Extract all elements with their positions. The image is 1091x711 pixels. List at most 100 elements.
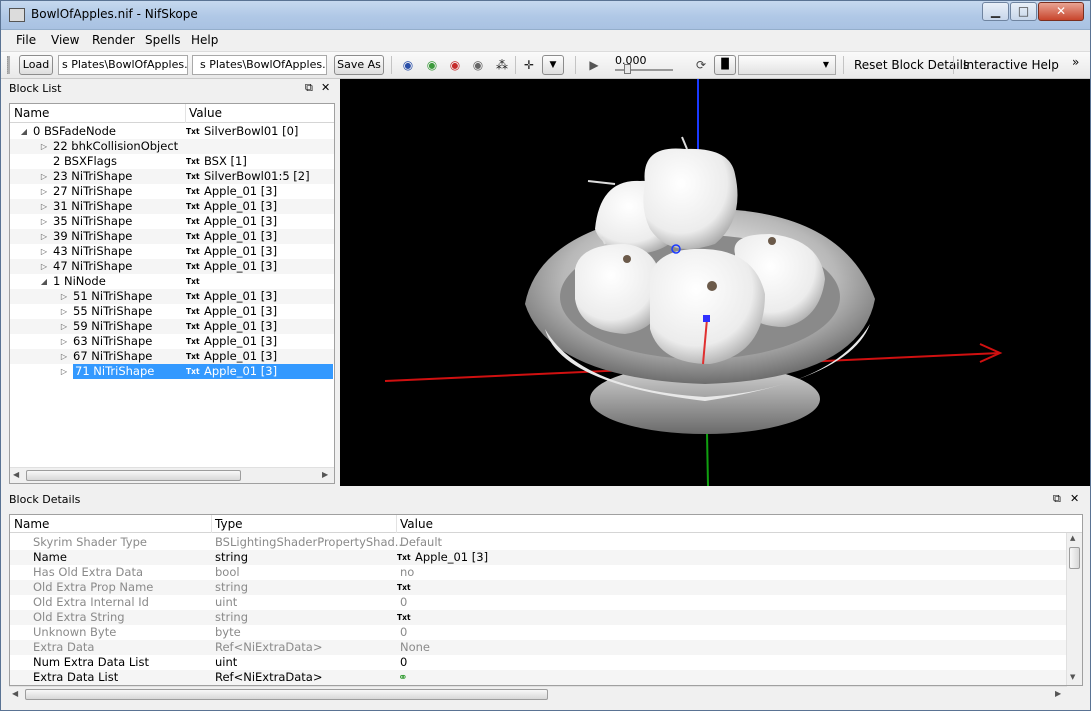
column-divider[interactable]	[185, 104, 186, 123]
collapse-arrow-icon[interactable]: ◢	[20, 124, 28, 139]
details-row-value[interactable]: no	[400, 565, 414, 580]
column-header-value[interactable]: Value	[400, 517, 433, 531]
tree-row[interactable]: ▷ 71 NiTriShape Txt Apple_01 [3]	[10, 364, 334, 379]
tree-row[interactable]: ▷ 35 NiTriShape Txt Apple_01 [3]	[10, 214, 334, 229]
column-header-name[interactable]: Name	[14, 106, 49, 120]
render-viewport[interactable]	[340, 79, 1090, 486]
details-row[interactable]: Has Old Extra Data bool no	[10, 565, 1068, 580]
title-bar[interactable]: BowlOfApples.nif - NifSkope ▁ □ ✕	[1, 1, 1090, 30]
tree-row[interactable]: ▷ 27 NiTriShape Txt Apple_01 [3]	[10, 184, 334, 199]
eye-green-icon[interactable]: ◉	[424, 58, 440, 72]
details-row[interactable]: Old Extra String string Txt	[10, 610, 1068, 625]
menu-view[interactable]: View	[51, 33, 79, 47]
details-row[interactable]: Skyrim Shader Type BSLightingShaderProper…	[10, 535, 1068, 550]
expand-arrow-icon[interactable]: ▷	[60, 334, 68, 349]
loop-icon[interactable]: ⟳	[693, 58, 709, 72]
minimize-button[interactable]: ▁	[982, 2, 1009, 21]
scroll-right-icon[interactable]: ▶	[322, 470, 328, 479]
block-details-hscrollbar[interactable]: ◀ ▶	[9, 686, 1067, 702]
expand-arrow-icon[interactable]: ▷	[40, 169, 48, 184]
details-row[interactable]: Extra Data List Ref<NiExtraData> ⚭	[10, 670, 1068, 685]
scroll-thumb[interactable]	[1069, 547, 1080, 569]
details-row-value[interactable]: None	[400, 640, 430, 655]
load-button[interactable]: Load	[19, 55, 53, 75]
tree-row[interactable]: ▷ 59 NiTriShape Txt Apple_01 [3]	[10, 319, 334, 334]
scroll-left-icon[interactable]: ◀	[13, 470, 19, 479]
animation-select[interactable]: ▼	[738, 55, 836, 75]
details-row-value[interactable]: 0	[400, 625, 407, 640]
details-row[interactable]: Old Extra Prop Name string Txt	[10, 580, 1068, 595]
tree-row[interactable]: ▷ 47 NiTriShape Txt Apple_01 [3]	[10, 259, 334, 274]
scroll-down-icon[interactable]: ▼	[1070, 673, 1075, 681]
save-as-button[interactable]: Save As	[334, 55, 384, 75]
column-header-type[interactable]: Type	[215, 517, 243, 531]
menu-help[interactable]: Help	[191, 33, 218, 47]
close-button[interactable]: ✕	[1038, 2, 1084, 21]
details-row-value[interactable]: Default	[400, 535, 442, 550]
expand-arrow-icon[interactable]: ▷	[60, 289, 68, 304]
expand-arrow-icon[interactable]: ▷	[60, 364, 68, 379]
time-slider-handle[interactable]	[624, 64, 631, 74]
expand-arrow-icon[interactable]: ▷	[40, 139, 48, 154]
expand-arrow-icon[interactable]: ▷	[40, 184, 48, 199]
tree-row[interactable]: ▷ 63 NiTriShape Txt Apple_01 [3]	[10, 334, 334, 349]
footprints-icon[interactable]: ⁂	[494, 58, 510, 72]
interactive-help-button[interactable]: Interactive Help	[963, 58, 1059, 72]
details-row[interactable]: Name string Txt Apple_01 [3]	[10, 550, 1068, 565]
expand-arrow-icon[interactable]: ▷	[40, 244, 48, 259]
close-panel-icon[interactable]: ✕	[321, 82, 330, 94]
tree-row[interactable]: ▷ 67 NiTriShape Txt Apple_01 [3]	[10, 349, 334, 364]
maximize-button[interactable]: □	[1010, 2, 1037, 21]
float-panel-icon[interactable]: ⧉	[305, 82, 313, 94]
toolbar-grip[interactable]	[7, 56, 10, 74]
expand-arrow-icon[interactable]: ▷	[40, 229, 48, 244]
tree-row[interactable]: ▷ 22 bhkCollisionObject	[10, 139, 334, 154]
reset-block-details-button[interactable]: Reset Block Details	[854, 58, 969, 72]
scroll-thumb[interactable]	[26, 470, 241, 481]
details-row-value[interactable]: 0	[400, 595, 407, 610]
menu-spells[interactable]: Spells	[145, 33, 181, 47]
green-link-icon[interactable]: ⚭	[398, 670, 408, 685]
tree-row[interactable]: ▷ 43 NiTriShape Txt Apple_01 [3]	[10, 244, 334, 259]
menu-render[interactable]: Render	[92, 33, 135, 47]
tree-row[interactable]: ◢ 0 BSFadeNode Txt SilverBowl01 [0]	[10, 124, 334, 139]
menu-file[interactable]: File	[16, 33, 36, 47]
details-row[interactable]: Num Extra Data List uint 0	[10, 655, 1068, 670]
collapse-arrow-icon[interactable]: ◢	[40, 274, 48, 289]
block-details-table[interactable]: Name Type Value Skyrim Shader Type BSLigh…	[9, 514, 1083, 686]
tree-row[interactable]: ◢ 1 NiNode Txt	[10, 274, 334, 289]
tree-row[interactable]: ▷ 55 NiTriShape Txt Apple_01 [3]	[10, 304, 334, 319]
eye-blue-icon[interactable]: ◉	[400, 58, 416, 72]
column-divider[interactable]	[396, 515, 397, 533]
column-header-name[interactable]: Name	[14, 517, 49, 531]
expand-arrow-icon[interactable]: ▷	[60, 349, 68, 364]
tree-row[interactable]: ▷ 31 NiTriShape Txt Apple_01 [3]	[10, 199, 334, 214]
tree-row[interactable]: ▷ 23 NiTriShape Txt SilverBowl01:5 [2]	[10, 169, 334, 184]
load-path-field[interactable]: s Plates\BowlOfApples.nif	[58, 55, 188, 75]
eye-red-icon[interactable]: ◉	[447, 58, 463, 72]
float-panel-icon[interactable]: ⧉	[1053, 493, 1061, 505]
play-icon[interactable]: ▶	[586, 58, 602, 72]
scroll-right-icon[interactable]: ▶	[1055, 689, 1061, 698]
eye-grey-icon[interactable]: ◉	[470, 58, 486, 72]
block-list-tree[interactable]: Name Value ◢ 0 BSFadeNode Txt SilverBowl01 …	[9, 103, 335, 484]
tree-row[interactable]: ▷ 51 NiTriShape Txt Apple_01 [3]	[10, 289, 334, 304]
switch-anim-icon[interactable]: ▐▌	[714, 55, 736, 75]
save-path-field[interactable]: s Plates\BowlOfApples.nif	[192, 55, 327, 75]
tree-row[interactable]: ▷ 39 NiTriShape Txt Apple_01 [3]	[10, 229, 334, 244]
toolbar-overflow-button[interactable]: »	[1072, 55, 1079, 69]
expand-arrow-icon[interactable]: ▷	[40, 199, 48, 214]
column-header-value[interactable]: Value	[189, 106, 222, 120]
expand-arrow-icon[interactable]: ▷	[60, 319, 68, 334]
block-details-vscrollbar[interactable]: ▲ ▼	[1066, 533, 1082, 685]
details-row-value[interactable]: 0	[400, 655, 407, 670]
tree-row[interactable]: 2 BSXFlags Txt BSX [1]	[10, 154, 334, 169]
expand-arrow-icon[interactable]: ▷	[40, 214, 48, 229]
view-dropdown-button[interactable]: ▼	[542, 55, 564, 75]
expand-arrow-icon[interactable]: ▷	[60, 304, 68, 319]
scroll-thumb[interactable]	[25, 689, 548, 700]
close-panel-icon[interactable]: ✕	[1070, 493, 1079, 505]
details-row[interactable]: Extra Data Ref<NiExtraData> None	[10, 640, 1068, 655]
scroll-left-icon[interactable]: ◀	[12, 689, 18, 698]
scroll-up-icon[interactable]: ▲	[1070, 534, 1075, 542]
